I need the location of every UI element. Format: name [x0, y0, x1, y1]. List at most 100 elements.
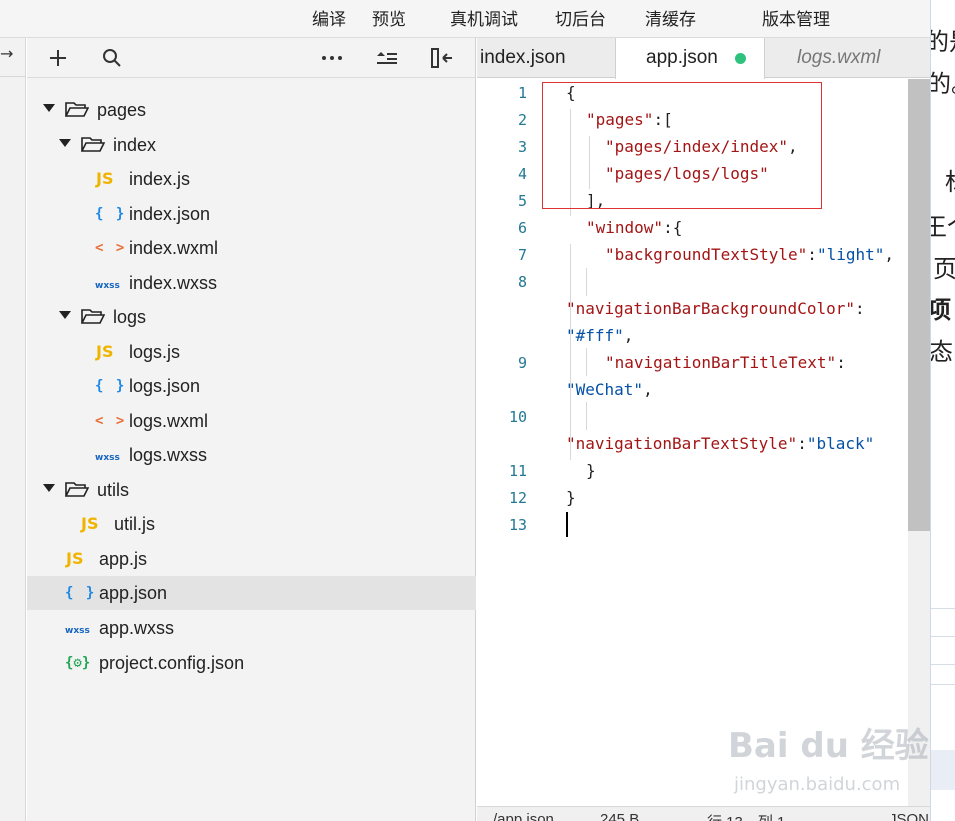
split-panel-icon[interactable]	[427, 43, 457, 73]
doc-text: 的是	[931, 22, 955, 57]
menu-version-control[interactable]: 版本管理	[762, 5, 830, 30]
menu-preview[interactable]: 预览	[372, 5, 406, 30]
tree-file-logs-json[interactable]: { } logs.json	[27, 369, 476, 403]
tab-label: app.json	[646, 47, 718, 68]
menu-bar: 编译 预览 真机调试 切后台 清缓存 版本管理	[0, 0, 930, 38]
tree-file-index-json[interactable]: { } index.json	[27, 197, 476, 231]
json-value: "WeChat"	[566, 380, 644, 399]
collapse-icon[interactable]	[372, 43, 402, 73]
punct: :	[854, 299, 865, 318]
code-line: "navigationBarTitleText":	[605, 353, 846, 372]
tree-file-index-wxss[interactable]: wxss index.wxss	[27, 266, 476, 300]
tree-item-label: logs.js	[129, 342, 181, 362]
editor-scrollbar[interactable]	[908, 79, 930, 806]
json-value: "black"	[806, 434, 875, 453]
scrollbar-thumb[interactable]	[908, 79, 930, 531]
tab-logs-wxml[interactable]: logs.wxml	[765, 38, 930, 78]
arrow-right-icon[interactable]: →	[0, 44, 13, 63]
unsaved-dot-icon	[735, 53, 746, 64]
json-value: "#fff"	[566, 326, 624, 345]
tree-item-label: index.json	[129, 204, 211, 224]
tree-file-logs-wxss[interactable]: wxss logs.wxss	[27, 438, 476, 472]
caret-down-icon[interactable]	[43, 102, 55, 114]
doc-text: 标	[945, 162, 955, 197]
js-file-icon: JS	[96, 169, 114, 188]
indent-guide	[586, 348, 587, 376]
plus-icon[interactable]	[43, 43, 73, 73]
file-tree-panel: pages index JS index.js { } index.json <…	[27, 38, 476, 821]
menu-background[interactable]: 切后台	[555, 5, 606, 30]
doc-divider	[931, 608, 955, 609]
tree-item-label: logs.wxml	[129, 411, 209, 431]
tree-item-label: app.json	[99, 583, 168, 603]
line-number: 6	[517, 219, 527, 237]
tree-file-app-js[interactable]: JS app.js	[27, 542, 476, 576]
tree-file-util-js[interactable]: JS util.js	[27, 507, 476, 541]
tree-file-app-json[interactable]: { } app.json	[27, 576, 476, 610]
tree-file-logs-wxml[interactable]: < > logs.wxml	[27, 404, 476, 438]
indent-guide	[586, 268, 587, 296]
json-value: "light"	[816, 245, 885, 264]
tab-index-json[interactable]: index.json	[477, 38, 615, 78]
status-position[interactable]: 行 13，列 1	[707, 811, 785, 821]
doc-text: 的。	[931, 64, 955, 99]
tree-folder-logs[interactable]: logs	[27, 300, 476, 334]
status-language[interactable]: JSON	[889, 811, 929, 821]
doc-divider	[931, 664, 955, 665]
json-key: "navigationBarTitleText"	[605, 353, 837, 372]
caret-down-icon[interactable]	[43, 482, 55, 494]
js-file-icon: JS	[81, 514, 99, 533]
code-line: "navigationBarBackgroundColor":	[566, 299, 865, 318]
tree-folder-utils[interactable]: utils	[27, 473, 476, 507]
line-number: 1	[517, 84, 527, 102]
tree-item-label: pages	[97, 100, 147, 120]
punct: }	[586, 461, 596, 480]
punct: ,	[884, 245, 895, 264]
editor-tabs: index.json app.json logs.wxml	[477, 38, 930, 79]
text-cursor	[566, 512, 568, 537]
tree-toolbar	[27, 38, 476, 78]
punct: }	[566, 488, 576, 507]
tree-item-label: index.wxml	[129, 238, 219, 258]
caret-down-icon[interactable]	[59, 309, 71, 321]
folder-open-icon	[65, 482, 89, 497]
tree-file-app-wxss[interactable]: wxss app.wxss	[27, 611, 476, 645]
menu-clear-cache[interactable]: 清缓存	[645, 5, 696, 30]
code-line: }	[566, 488, 576, 507]
more-icon[interactable]	[317, 43, 347, 73]
tab-app-json[interactable]: app.json	[615, 38, 765, 79]
wxml-file-icon: < >	[95, 240, 127, 256]
search-icon[interactable]	[97, 43, 127, 73]
tree-file-index-js[interactable]: JS index.js	[27, 162, 476, 196]
code-line: "WeChat",	[566, 380, 653, 399]
tree-item-label: project.config.json	[99, 653, 245, 673]
json-file-icon: { }	[95, 206, 127, 222]
indent-guide	[586, 402, 587, 430]
tree-file-logs-js[interactable]: JS logs.js	[27, 335, 476, 369]
tree-item-label: app.js	[99, 549, 148, 569]
line-number: 10	[508, 408, 527, 426]
doc-text: 王个	[931, 207, 955, 242]
doc-divider	[931, 636, 955, 637]
menu-device-debug[interactable]: 真机调试	[450, 5, 518, 30]
line-number: 5	[517, 192, 527, 210]
tree-file-project-config[interactable]: {⚙} project.config.json	[27, 646, 476, 680]
tree-item-label: logs.wxss	[129, 445, 208, 465]
caret-down-icon[interactable]	[59, 137, 71, 149]
line-number: 12	[508, 489, 527, 507]
tree-folder-pages[interactable]: pages	[27, 93, 476, 127]
code-line: "navigationBarTextStyle":"black"	[566, 434, 874, 453]
code-line: "window":{	[586, 218, 682, 237]
activity-strip: →	[0, 38, 26, 821]
tree-item-label: app.wxss	[99, 618, 175, 638]
line-number: 4	[517, 165, 527, 183]
folder-open-icon	[81, 137, 105, 152]
tree-folder-index[interactable]: index	[27, 128, 476, 162]
json-file-icon: { }	[65, 585, 97, 601]
line-number: 7	[517, 246, 527, 264]
tree-file-index-wxml[interactable]: < > index.wxml	[27, 231, 476, 265]
highlight-annotation-box	[542, 82, 822, 209]
background-document: 的是 的。 标 王个 页 项 态	[930, 0, 955, 821]
line-number: 9	[517, 354, 527, 372]
menu-compile[interactable]: 编译	[312, 5, 346, 30]
